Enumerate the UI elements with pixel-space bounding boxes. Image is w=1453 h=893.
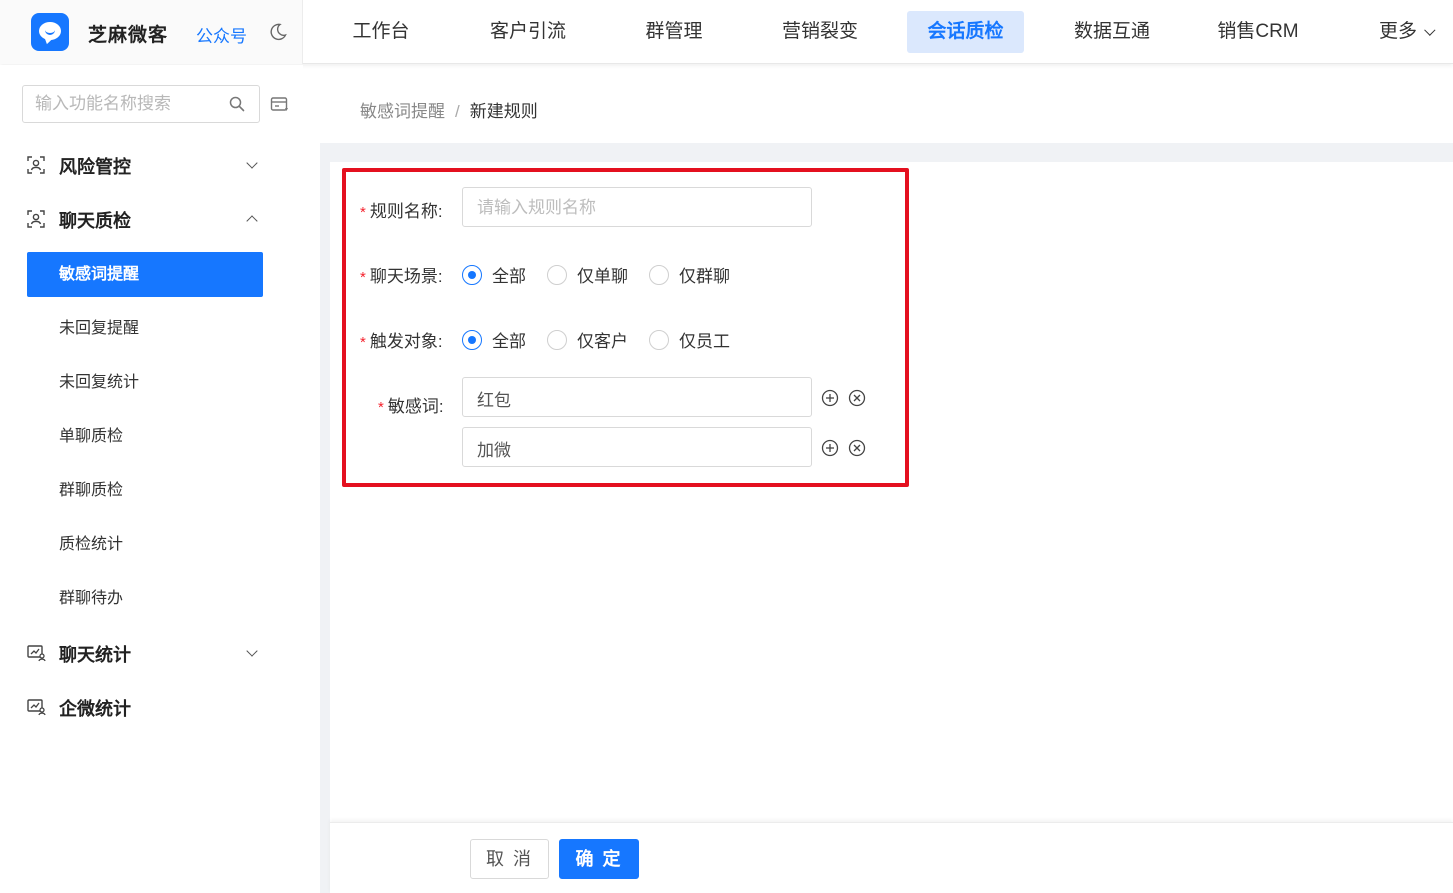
chevron-up-icon [246,215,258,227]
rule-name-input[interactable] [477,197,797,219]
nav-item-workbench[interactable]: 工作台 [335,11,427,53]
nav-item-marketing-fission[interactable]: 营销裂变 [765,11,875,53]
chart-user-icon [27,699,46,716]
official-account-link[interactable]: 公众号 [196,22,247,47]
moon-icon[interactable] [268,22,288,42]
add-circle-icon[interactable] [821,439,839,457]
sidebar-group-wecom-stats[interactable]: 企微统计 [0,687,303,727]
sensitive-word-input[interactable] [477,387,797,409]
rule-name-field[interactable] [462,187,812,227]
sensitive-words-label: * 敏感词: [378,397,444,416]
chevron-down-icon [246,157,258,169]
add-circle-icon[interactable] [821,389,839,407]
user-scan-icon [27,156,45,174]
search-icon[interactable] [229,96,245,112]
breadcrumb-current: 新建规则 [469,102,538,121]
nav-item-group-management[interactable]: 群管理 [628,11,720,53]
sidebar-item-sensitive-word-alert[interactable]: 敏感词提醒 [27,252,263,297]
remove-circle-icon[interactable] [848,389,866,407]
cancel-button[interactable]: 取 消 [470,839,549,879]
nav-item-session-inspection[interactable]: 会话质检 [907,11,1024,53]
sidebar-search-input[interactable] [35,93,225,115]
radio-checked-icon [462,330,482,350]
chart-user-icon [27,645,46,662]
sidebar-group-label: 企微统计 [59,699,131,719]
nav-item-customer-acquisition[interactable]: 客户引流 [473,11,583,53]
nav-item-data-interop[interactable]: 数据互通 [1057,11,1167,53]
nav-item-sales-crm[interactable]: 销售CRM [1203,11,1313,53]
sidebar-item-no-reply-stats[interactable]: 未回复统计 [27,360,263,405]
brand-area: 芝麻微客 公众号 [0,0,303,64]
sidebar-item-single-chat-inspection[interactable]: 单聊质检 [27,414,263,459]
sensitive-word-field[interactable] [462,427,812,467]
sidebar-group-label: 聊天统计 [59,645,131,665]
sidebar-item-group-chat-inspection[interactable]: 群聊质检 [27,468,263,513]
sidebar: 风险管控 聊天质检 敏感词提醒 未回复提醒 未回复统计 单聊质检 群聊质检 质检… [0,65,303,893]
sidebar-group-label: 聊天质检 [59,211,131,231]
radio-unchecked-icon [547,265,567,285]
sensitive-word-input[interactable] [477,437,797,459]
chevron-down-icon [1424,24,1436,36]
sensitive-word-field[interactable] [462,377,812,417]
sidebar-group-chat-stats[interactable]: 聊天统计 [0,633,303,673]
sidebar-search[interactable] [22,85,260,123]
radio-unchecked-icon [547,330,567,350]
radio-unchecked-icon [649,330,669,350]
brand-logo[interactable] [31,13,69,51]
top-bar: 芝麻微客 公众号 工作台 客户引流 群管理 营销裂变 会话质检 数据互通 销售C… [0,0,1453,64]
chevron-down-icon [246,645,258,657]
radio-unchecked-icon [649,265,669,285]
remove-circle-icon[interactable] [848,439,866,457]
sidebar-group-label: 风险管控 [59,157,131,177]
breadcrumb-separator: / [455,102,460,121]
nav-item-more[interactable]: 更多 [1365,11,1445,53]
sidebar-item-group-chat-todo[interactable]: 群聊待办 [27,576,263,621]
chat-scene-label: * 聊天场景: [360,267,443,286]
breadcrumb: 敏感词提醒 / 新建规则 [360,97,538,122]
sidebar-collapse-icon[interactable] [270,96,290,114]
trigger-target-label: * 触发对象: [360,332,443,351]
radio-checked-icon [462,265,482,285]
confirm-button[interactable]: 确 定 [559,839,639,879]
sidebar-item-inspection-stats[interactable]: 质检统计 [27,522,263,567]
brand-name: 芝麻微客 [88,25,169,46]
sidebar-group-chat-inspection[interactable]: 聊天质检 [0,199,303,239]
main-nav: 工作台 客户引流 群管理 营销裂变 会话质检 数据互通 销售CRM 更多 [303,0,1453,64]
rule-name-label: * 规则名称: [360,202,443,221]
breadcrumb-parent[interactable]: 敏感词提醒 [360,102,445,121]
sidebar-item-no-reply-alert[interactable]: 未回复提醒 [27,306,263,351]
user-scan-icon [27,210,45,228]
sidebar-group-risk-control[interactable]: 风险管控 [0,145,303,185]
